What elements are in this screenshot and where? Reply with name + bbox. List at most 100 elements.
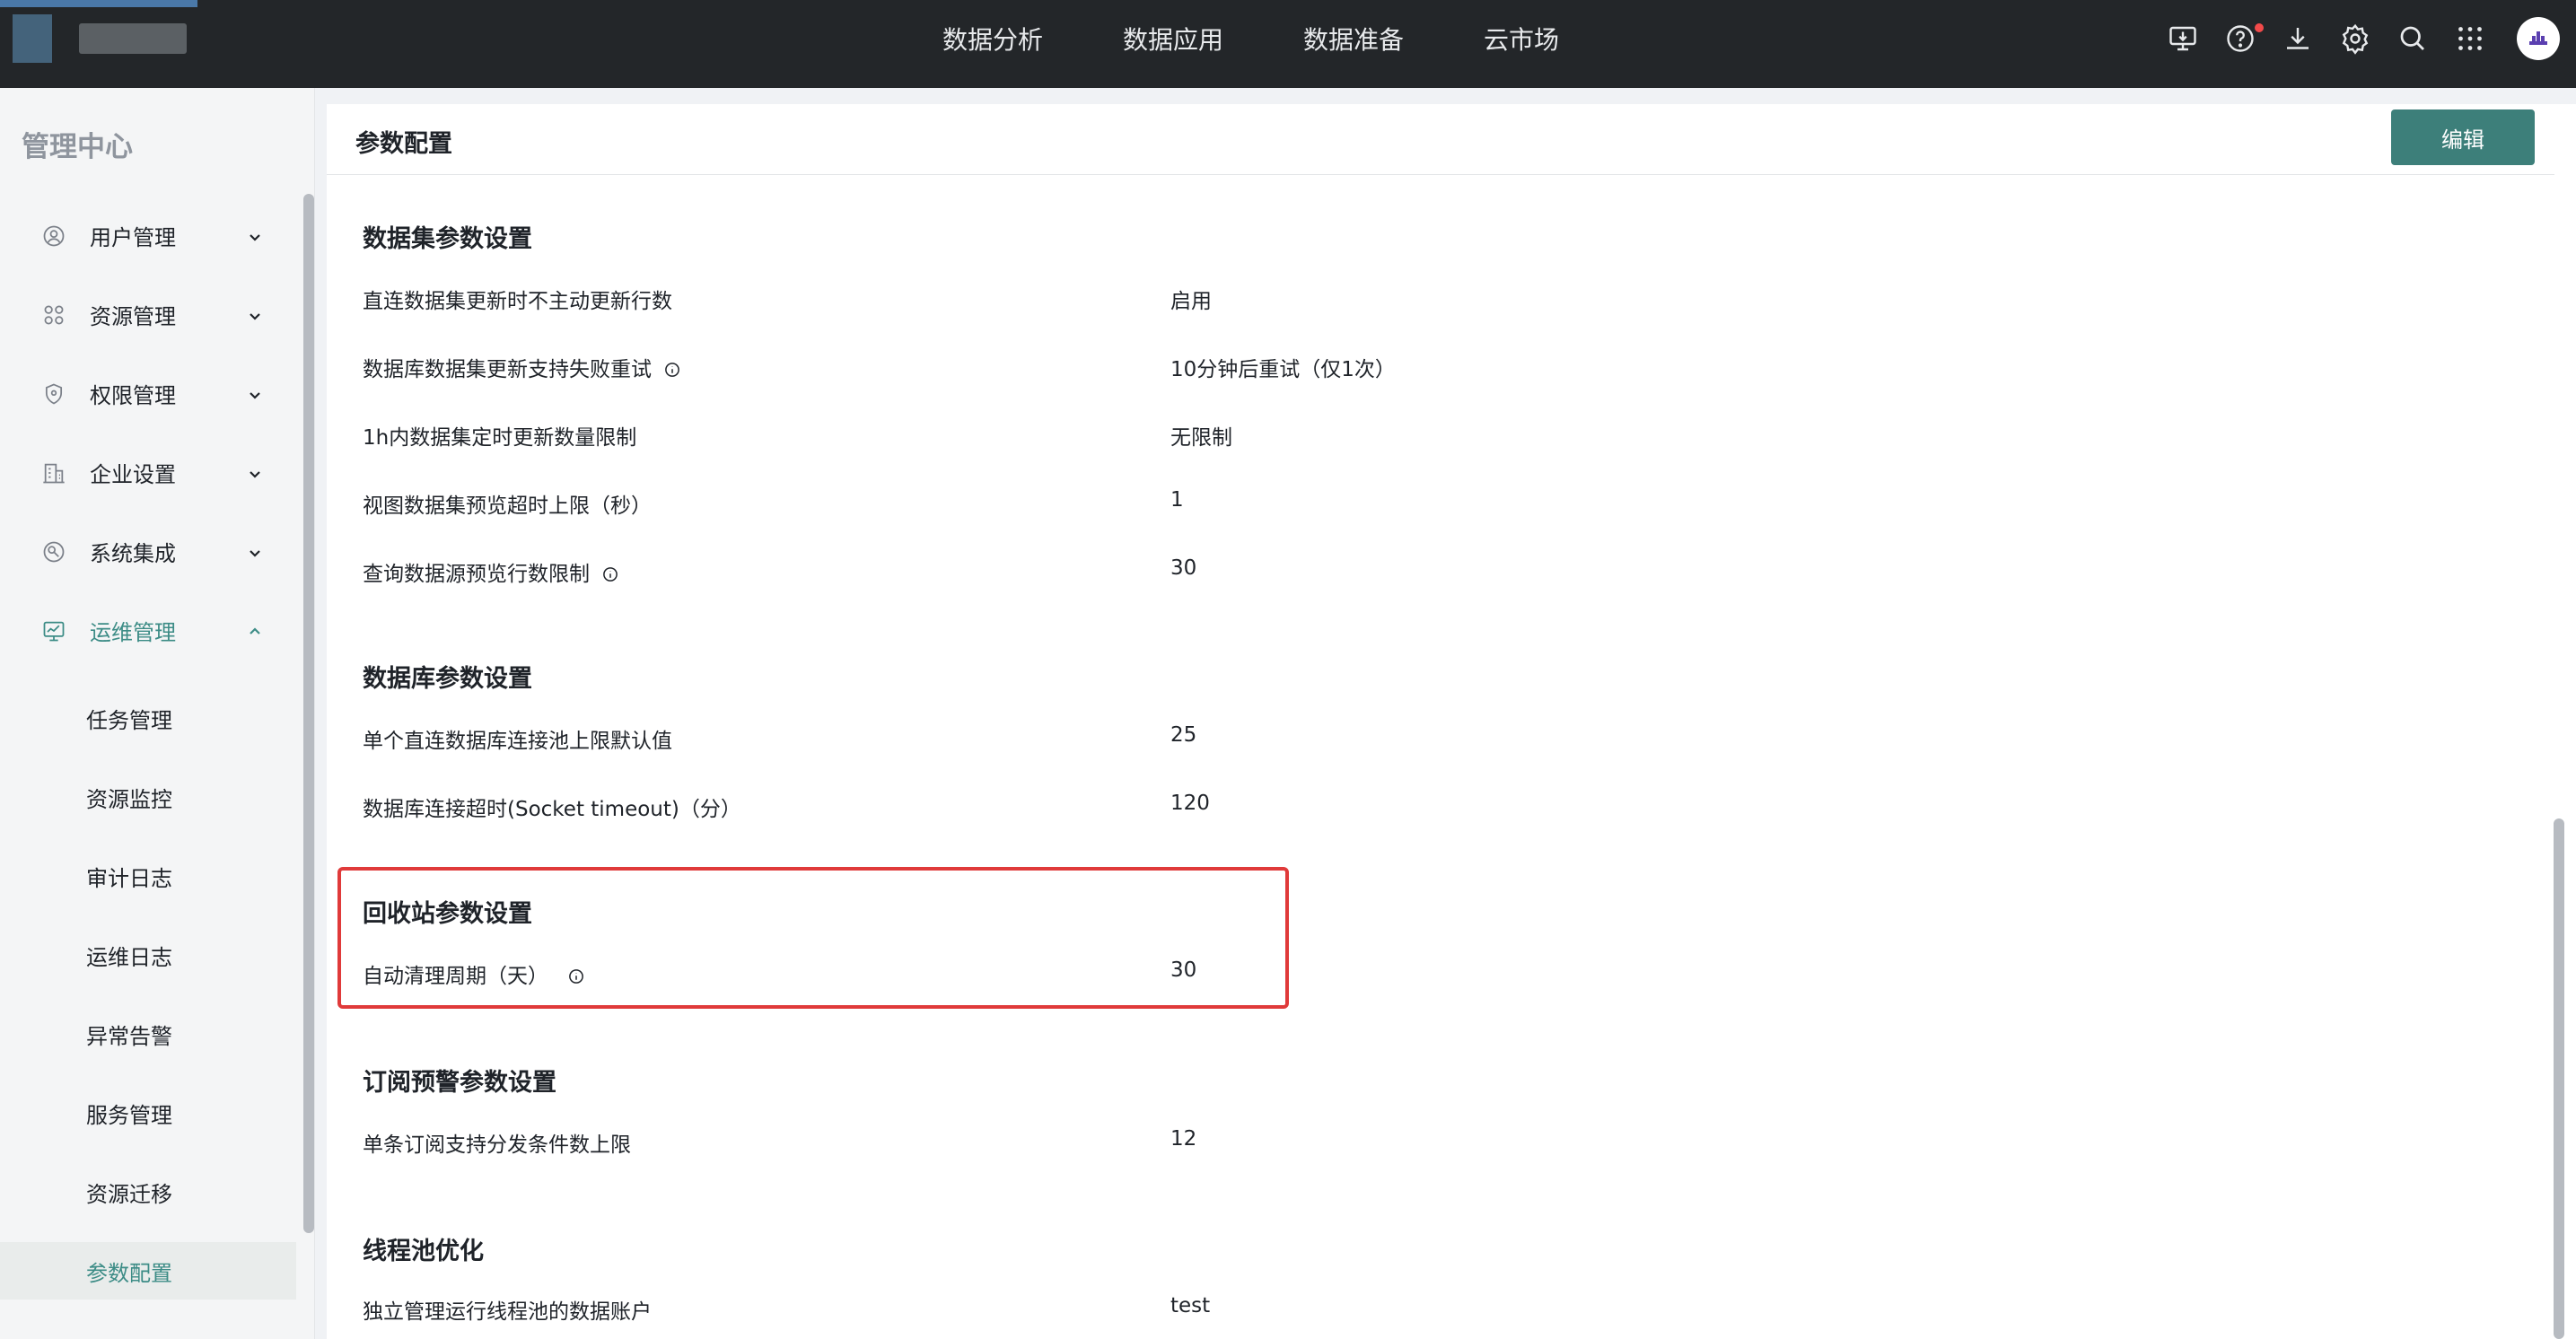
section-subscription: 订阅预警参数设置 (363, 1063, 556, 1098)
notification-dot (2255, 23, 2264, 32)
param-label: 独立管理运行线程池的数据账户 (363, 1300, 652, 1324)
sidebar-subitem-resource-migration[interactable]: 资源迁移 (0, 1163, 296, 1221)
param-label: 1h内数据集定时更新数量限制 (363, 426, 637, 450)
sidebar-scrollbar[interactable] (303, 194, 314, 1233)
param-value: 无限制 (1170, 426, 1232, 450)
param-row: 数据库连接超时(Socket timeout)（分） 120 (363, 792, 1799, 827)
sidebar-item-permission-management[interactable]: 权限管理 (0, 364, 296, 422)
param-value: 1 (1170, 488, 1184, 512)
sidebar-item-label: 用户管理 (90, 224, 176, 250)
section-thread-pool: 线程池优化 (363, 1231, 484, 1266)
sidebar-subitem-label: 运维日志 (86, 944, 172, 970)
sidebar-item-user-management[interactable]: 用户管理 (0, 206, 296, 264)
sidebar-subitem-label: 审计日志 (86, 865, 172, 891)
monitor-icon (43, 621, 65, 642)
param-label: 直连数据集更新时不主动更新行数 (363, 290, 672, 313)
nav-item-preparation[interactable]: 数据准备 (1303, 21, 1404, 57)
sidebar-title: 管理中心 (22, 131, 133, 163)
sidebar-item-enterprise-settings[interactable]: 企业设置 (0, 443, 296, 501)
logo-text-blurred (79, 23, 187, 54)
param-value: 10分钟后重试（仅1次） (1170, 358, 1396, 381)
param-value: 启用 (1170, 290, 1212, 313)
sidebar-item-label: 企业设置 (90, 461, 176, 487)
sidebar-subitem-label: 异常告警 (86, 1023, 172, 1049)
avatar-logo-icon (2529, 31, 2547, 45)
integration-icon (43, 541, 65, 563)
logo-stripe (0, 0, 197, 7)
download-icon[interactable] (2282, 22, 2314, 55)
sidebar-item-label: 系统集成 (90, 540, 176, 566)
avatar[interactable] (2517, 17, 2560, 60)
sidebar-item-label: 运维管理 (90, 619, 176, 645)
sidebar-item-label: 资源管理 (90, 303, 176, 329)
app-logo[interactable] (0, 0, 197, 88)
section-database: 数据库参数设置 (363, 659, 532, 694)
sidebar-subitem-audit-log[interactable]: 审计日志 (0, 847, 296, 905)
chevron-down-icon (250, 392, 260, 399)
nav-item-analysis[interactable]: 数据分析 (942, 21, 1043, 57)
sidebar-subitem-task-management[interactable]: 任务管理 (0, 689, 296, 747)
search-icon[interactable] (2396, 22, 2429, 55)
chevron-down-icon (250, 471, 260, 478)
param-row: 独立管理运行线程池的数据账户 test (363, 1294, 1799, 1330)
param-label: 视图数据集预览超时上限（秒） (363, 494, 652, 518)
sidebar-item-label: 权限管理 (90, 382, 176, 408)
param-row: 单个直连数据库连接池上限默认值 25 (363, 723, 1799, 759)
section-title: 数据集参数设置 (363, 225, 532, 253)
info-icon[interactable] (602, 566, 618, 582)
sidebar-subitem-label: 参数配置 (86, 1260, 172, 1286)
main-nav: 数据分析 数据应用 数据准备 云市场 (942, 0, 1639, 77)
sidebar-subitem-exception-alert[interactable]: 异常告警 (0, 1005, 296, 1063)
sidebar: 管理中心 用户管理 资源管理 权限管理 企业设置 系统集成 运维管理 任务管理 … (0, 88, 315, 1339)
info-icon[interactable] (664, 362, 680, 378)
param-value: 25 (1170, 723, 1197, 747)
sidebar-subitem-resource-monitoring[interactable]: 资源监控 (0, 768, 296, 826)
param-row: 查询数据源预览行数限制 30 (363, 556, 1799, 592)
param-label: 单条订阅支持分发条件数上限 (363, 1133, 631, 1157)
chevron-down-icon (250, 313, 260, 320)
grid-icon (44, 305, 64, 325)
gear-icon[interactable] (2339, 22, 2371, 55)
param-label: 数据库数据集更新支持失败重试 (363, 358, 652, 381)
main-panel: 参数配置 编辑 数据集参数设置 直连数据集更新时不主动更新行数 启用 数据库数据… (327, 104, 2576, 1339)
chevron-up-icon (250, 627, 260, 634)
param-row: 数据库数据集更新支持失败重试 10分钟后重试（仅1次） (363, 352, 1799, 388)
edit-button[interactable]: 编辑 (2391, 109, 2535, 165)
param-value: test (1170, 1294, 1211, 1317)
param-label: 查询数据源预览行数限制 (363, 563, 590, 586)
section-title: 订阅预警参数设置 (363, 1069, 556, 1097)
sidebar-subitem-service-management[interactable]: 服务管理 (0, 1084, 296, 1142)
chevron-down-icon (250, 550, 260, 557)
param-label: 单个直连数据库连接池上限默认值 (363, 730, 672, 753)
main-scrollbar[interactable] (2554, 818, 2564, 1339)
param-row: 直连数据集更新时不主动更新行数 启用 (363, 284, 1799, 319)
chevron-down-icon (250, 234, 260, 241)
param-value: 120 (1170, 792, 1210, 815)
section-title: 线程池优化 (363, 1238, 484, 1265)
param-value: 12 (1170, 1127, 1197, 1151)
shield-icon (45, 383, 63, 405)
monitor-download-icon[interactable] (2167, 22, 2199, 55)
param-row: 1h内数据集定时更新数量限制 无限制 (363, 420, 1799, 456)
sidebar-subitem-label: 任务管理 (86, 707, 172, 733)
main-header: 参数配置 编辑 (327, 104, 2554, 175)
sidebar-subitem-ops-log[interactable]: 运维日志 (0, 926, 296, 984)
apps-grid-icon[interactable] (2454, 22, 2486, 55)
section-title: 数据库参数设置 (363, 665, 532, 693)
nav-item-market[interactable]: 云市场 (1484, 21, 1559, 57)
sidebar-item-ops-management[interactable]: 运维管理 (0, 601, 296, 659)
param-row: 单条订阅支持分发条件数上限 12 (363, 1127, 1799, 1163)
page-title: 参数配置 (355, 130, 452, 158)
sidebar-item-resource-management[interactable]: 资源管理 (0, 285, 296, 343)
param-label: 数据库连接超时(Socket timeout)（分） (363, 798, 741, 821)
sidebar-subitem-label: 资源迁移 (86, 1181, 172, 1207)
sidebar-subitem-label: 资源监控 (86, 786, 172, 812)
param-row: 视图数据集预览超时上限（秒） 1 (363, 488, 1799, 524)
user-icon (43, 225, 65, 247)
sidebar-item-system-integration[interactable]: 系统集成 (0, 522, 296, 580)
highlight-box (337, 867, 1289, 1009)
sidebar-subitem-label: 服务管理 (86, 1102, 172, 1128)
help-icon[interactable] (2224, 22, 2256, 55)
sidebar-subitem-parameter-config[interactable]: 参数配置 (0, 1242, 296, 1300)
nav-item-application[interactable]: 数据应用 (1123, 21, 1223, 57)
